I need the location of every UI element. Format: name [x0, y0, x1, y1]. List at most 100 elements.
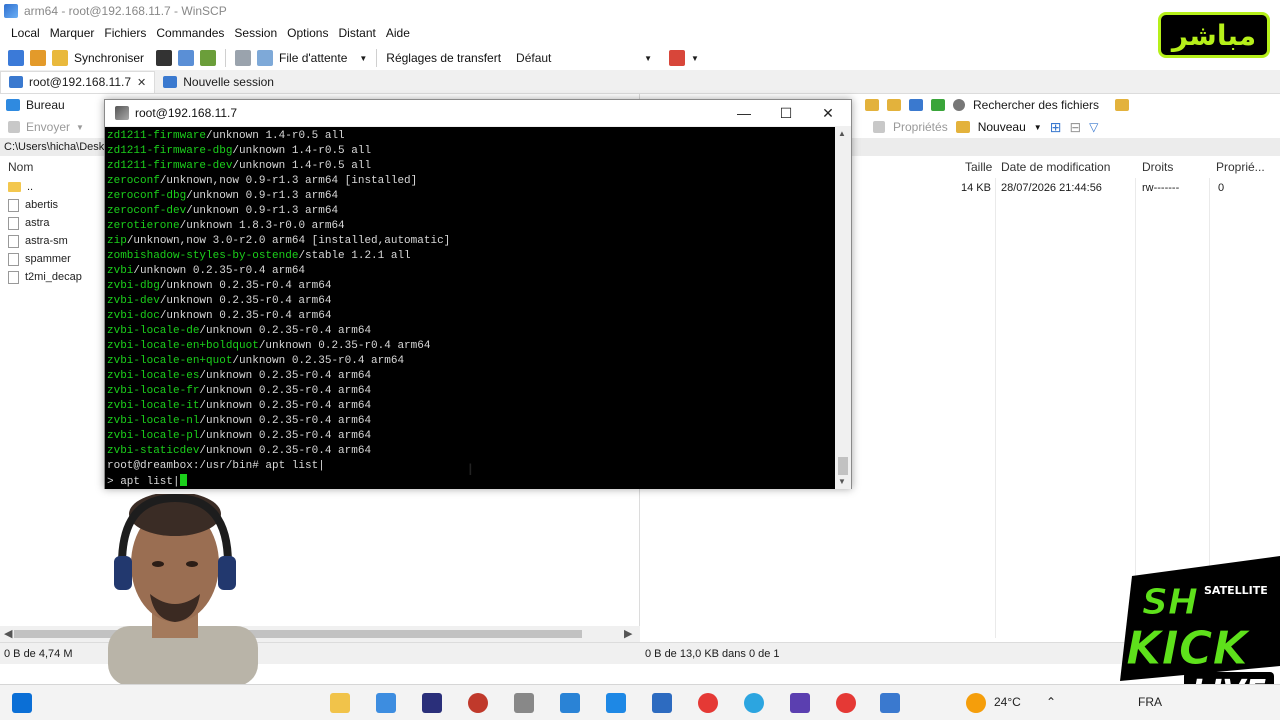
continuation-text: > apt list| — [107, 476, 180, 488]
menu-session[interactable]: Session — [229, 26, 282, 40]
scroll-down-icon[interactable]: ▼ — [838, 477, 846, 486]
package-name: zeroconf — [107, 175, 160, 187]
find-icon[interactable] — [200, 50, 217, 66]
package-info: /unknown 0.2.35-r0.4 arm64 — [199, 325, 372, 337]
terminal-line: zd1211-firmware-dev/unknown 1.4-r0.5 all — [107, 159, 835, 174]
file-name: abertis — [25, 199, 59, 211]
local-drive-select[interactable]: Bureau — [26, 98, 65, 112]
close-tab-icon[interactable]: ✕ — [137, 76, 146, 89]
app-icon[interactable] — [514, 693, 534, 713]
column-header-size[interactable]: Taille — [965, 160, 992, 174]
store-icon[interactable] — [376, 693, 396, 713]
app-icon[interactable] — [790, 693, 810, 713]
menu-commandes[interactable]: Commandes — [151, 26, 229, 40]
svg-text:SH: SH — [1142, 582, 1198, 623]
column-header-modified[interactable]: Date de modification — [1001, 160, 1110, 174]
start-windows-icon[interactable] — [12, 693, 32, 713]
transfer-preset-select[interactable]: Défaut ▼ — [513, 49, 653, 67]
sync-browse-icon[interactable] — [30, 50, 46, 66]
compare-dirs-icon[interactable] — [8, 50, 24, 66]
session-tabs: root@192.168.11.7 ✕ Nouvelle session — [0, 70, 1280, 94]
local-horizontal-scrollbar[interactable]: ◀ ▶ — [0, 626, 640, 642]
terminal-line: zvbi-locale-en+quot/unknown 0.2.35-r0.4 … — [107, 354, 835, 369]
app-icon[interactable] — [652, 693, 672, 713]
package-info: /unknown,now 0.9-r1.3 arm64 [installed] — [159, 175, 418, 187]
console-icon[interactable] — [156, 50, 173, 66]
package-info: /unknown 0.2.35-r0.4 arm64 — [232, 355, 405, 367]
transfer-dropdown-icon[interactable]: ▼ — [691, 54, 699, 63]
queue-icon[interactable] — [257, 50, 274, 66]
terminal-output[interactable]: zd1211-firmware/unknown 1.4-r0.5 all zd12… — [105, 127, 835, 489]
tray-chevron-up-icon[interactable]: ⌃ — [1046, 695, 1056, 709]
synchronize-icon[interactable] — [52, 50, 68, 66]
filter-funnel-icon[interactable]: ▽ — [1089, 120, 1098, 134]
parent-dir-icon[interactable] — [865, 99, 879, 111]
scroll-left-icon[interactable]: ◀ — [4, 627, 12, 640]
menu-marquer[interactable]: Marquer — [45, 26, 100, 40]
package-name: zvbi-dev — [107, 295, 160, 307]
column-header-owner[interactable]: Proprié... — [1216, 160, 1265, 174]
putty-terminal-window[interactable]: root@192.168.11.7 — ☐ ✕ zd1211-firmware/… — [104, 99, 852, 489]
select-plus-icon[interactable]: ⊞ — [1050, 119, 1062, 136]
package-name: zvbi-staticdev — [107, 445, 200, 457]
select-minus-icon[interactable]: ⊟ — [1069, 119, 1081, 136]
close-button[interactable]: ✕ — [807, 100, 849, 126]
find-files-button[interactable]: Rechercher des fichiers — [973, 98, 1099, 112]
file-name: .. — [27, 181, 34, 193]
menu-distant[interactable]: Distant — [333, 26, 380, 40]
calculator-icon[interactable] — [606, 693, 626, 713]
queue-dropdown-icon[interactable]: ▼ — [359, 54, 367, 63]
scroll-up-icon[interactable]: ▲ — [838, 129, 846, 138]
file-icon — [8, 270, 19, 284]
refresh-icon[interactable] — [931, 99, 945, 111]
home-icon[interactable] — [909, 99, 923, 111]
terminal-title: root@192.168.11.7 — [135, 106, 238, 120]
column-header-rights[interactable]: Droits — [1142, 160, 1173, 174]
terminal-line: zvbi-locale-nl/unknown 0.2.35-r0.4 arm64 — [107, 414, 835, 429]
scroll-right-icon[interactable]: ▶ — [624, 627, 632, 640]
channel-logo: مباشر — [1158, 12, 1270, 58]
webcam-presenter-image — [108, 494, 258, 684]
properties-button[interactable]: Propriétés — [893, 120, 948, 134]
local-path[interactable]: C:\Users\hicha\Desk — [0, 138, 104, 156]
app-icon[interactable] — [468, 693, 488, 713]
cell-rights: rw------- — [1142, 182, 1180, 194]
telegram-icon[interactable] — [744, 693, 764, 713]
input-language[interactable]: FRA — [1138, 695, 1162, 709]
scrollbar-thumb[interactable] — [838, 457, 848, 475]
filter-icon[interactable] — [1115, 99, 1130, 111]
menu-aide[interactable]: Aide — [381, 26, 415, 40]
main-toolbar: Synchroniser File d'attente ▼ Réglages d… — [0, 46, 1150, 70]
menu-fichiers[interactable]: Fichiers — [99, 26, 151, 40]
putty-icon[interactable] — [178, 50, 195, 66]
app-icon[interactable] — [422, 693, 442, 713]
terminal-line: zvbi-locale-pl/unknown 0.2.35-r0.4 arm64 — [107, 429, 835, 444]
terminal-line: zeroconf-dbg/unknown 0.9-r1.3 arm64 — [107, 189, 835, 204]
file-explorer-icon[interactable] — [330, 693, 350, 713]
maximize-button[interactable]: ☐ — [765, 100, 807, 126]
new-button[interactable]: Nouveau — [978, 120, 1026, 134]
menu-options[interactable]: Options — [282, 26, 333, 40]
terminal-vertical-scrollbar[interactable]: ▲ ▼ — [835, 127, 851, 489]
new-dropdown-icon[interactable]: ▼ — [1034, 123, 1042, 132]
app-icon[interactable] — [560, 693, 580, 713]
tab-session[interactable]: root@192.168.11.7 ✕ — [0, 70, 156, 93]
root-dir-icon[interactable] — [887, 99, 901, 111]
synchronize-button[interactable]: Synchroniser — [74, 51, 144, 65]
chrome-icon[interactable] — [698, 693, 718, 713]
queue-button[interactable]: File d'attente — [279, 51, 347, 65]
send-button[interactable]: Envoyer — [26, 120, 70, 134]
transfer-profile-icon[interactable] — [669, 50, 686, 66]
menu-local[interactable]: Local — [6, 26, 45, 40]
chrome-icon[interactable] — [836, 693, 856, 713]
preferences-gear-icon[interactable] — [235, 50, 252, 66]
terminal-line: zip/unknown,now 3.0-r2.0 arm64 [installe… — [107, 234, 835, 249]
send-dropdown-icon[interactable]: ▼ — [76, 123, 84, 132]
tab-new-session[interactable]: Nouvelle session — [155, 71, 282, 93]
window-titlebar: arm64 - root@192.168.11.7 - WinSCP — [0, 0, 1280, 22]
package-name: zvbi-locale-nl — [107, 415, 200, 427]
minimize-button[interactable]: — — [723, 100, 765, 126]
svg-text:KICK: KICK — [1126, 621, 1252, 675]
terminal-titlebar[interactable]: root@192.168.11.7 — ☐ ✕ — [105, 100, 851, 126]
winscp-taskbar-icon[interactable] — [880, 693, 900, 713]
